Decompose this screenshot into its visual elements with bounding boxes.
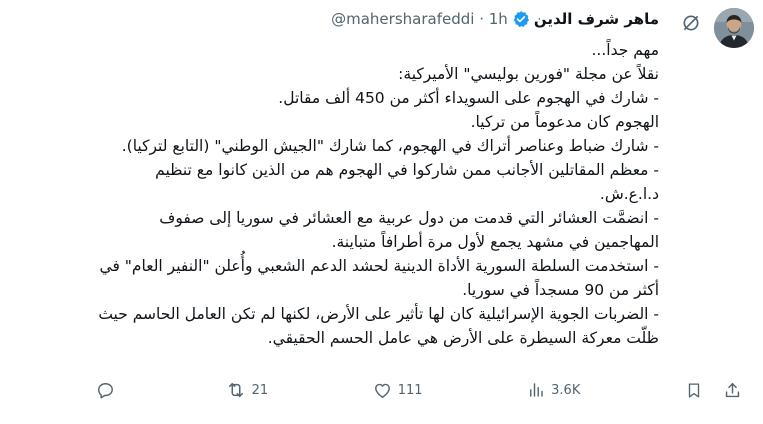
share-button[interactable] <box>723 381 742 400</box>
verified-badge-icon <box>512 10 530 28</box>
tweet-line: - شارك في الهجوم على السويداء أكثر من 45… <box>278 89 659 107</box>
tweet-line: د.ا.ع.ش. <box>599 185 659 203</box>
like-button[interactable]: 111 <box>373 381 423 400</box>
like-count: 111 <box>397 382 423 398</box>
author-name[interactable]: ماهر شرف الدين <box>534 10 659 28</box>
bookmark-icon <box>685 381 703 400</box>
tweet-line: أكثر من 90 مسجداً في سوريا. <box>462 281 659 299</box>
tweet-text: مهم جداً... نقلاً عن مجلة "فورين بوليسي"… <box>19 38 659 350</box>
tweet-line: - شارك ضباط وعناصر أتراك في الهجوم، كما … <box>121 137 659 155</box>
tweet-line: - استخدمت السلطة السورية الأداة الدينية … <box>99 257 659 275</box>
action-bar: 21 111 3.6K <box>96 375 742 405</box>
reply-button[interactable] <box>96 381 121 400</box>
retweet-count: 21 <box>251 382 269 398</box>
bookmark-button[interactable] <box>685 381 703 400</box>
avatar[interactable] <box>714 8 754 48</box>
tweet-line: الهجوم كان مدعوماً من تركيا. <box>470 113 659 131</box>
author-handle[interactable]: @mahersharafeddi <box>331 10 474 28</box>
grok-icon[interactable] <box>680 12 702 34</box>
tweet-line: - انضمَّت العشائر التي قدمت من دول عربية… <box>159 209 659 227</box>
tweet-line: المهاجمين في مشهد يجمع لأول مرة أطرافاً … <box>331 233 659 251</box>
views-count: 3.6K <box>551 382 581 398</box>
author-meta: @mahersharafeddi · 1h <box>331 10 508 28</box>
like-icon <box>373 381 392 400</box>
share-group <box>685 381 742 400</box>
meta-separator: · <box>479 10 484 28</box>
tweet-header: ماهر شرف الدين @mahersharafeddi · 1h <box>331 10 659 28</box>
tweet-line: نقلاً عن مجلة "فورين بوليسي" الأميركية: <box>398 65 659 83</box>
tweet-card: ماهر شرف الدين @mahersharafeddi · 1h مهم… <box>0 0 763 424</box>
share-icon <box>723 381 742 400</box>
tweet-line: - الضربات الجوية الإسرائيلية كان لها تأث… <box>98 305 659 323</box>
views-button[interactable]: 3.6K <box>527 381 580 399</box>
tweet-time[interactable]: 1h <box>489 10 508 28</box>
retweet-button[interactable]: 21 <box>226 380 269 400</box>
tweet-line: ظلّت معركة السيطرة على الأرض هي عامل الح… <box>267 329 659 347</box>
tweet-line: - معظم المقاتلين الأجانب ممن شاركوا في ا… <box>155 161 659 179</box>
views-icon <box>527 381 545 399</box>
tweet-line: مهم جداً... <box>591 41 660 59</box>
retweet-icon <box>226 380 246 400</box>
reply-icon <box>96 381 115 400</box>
